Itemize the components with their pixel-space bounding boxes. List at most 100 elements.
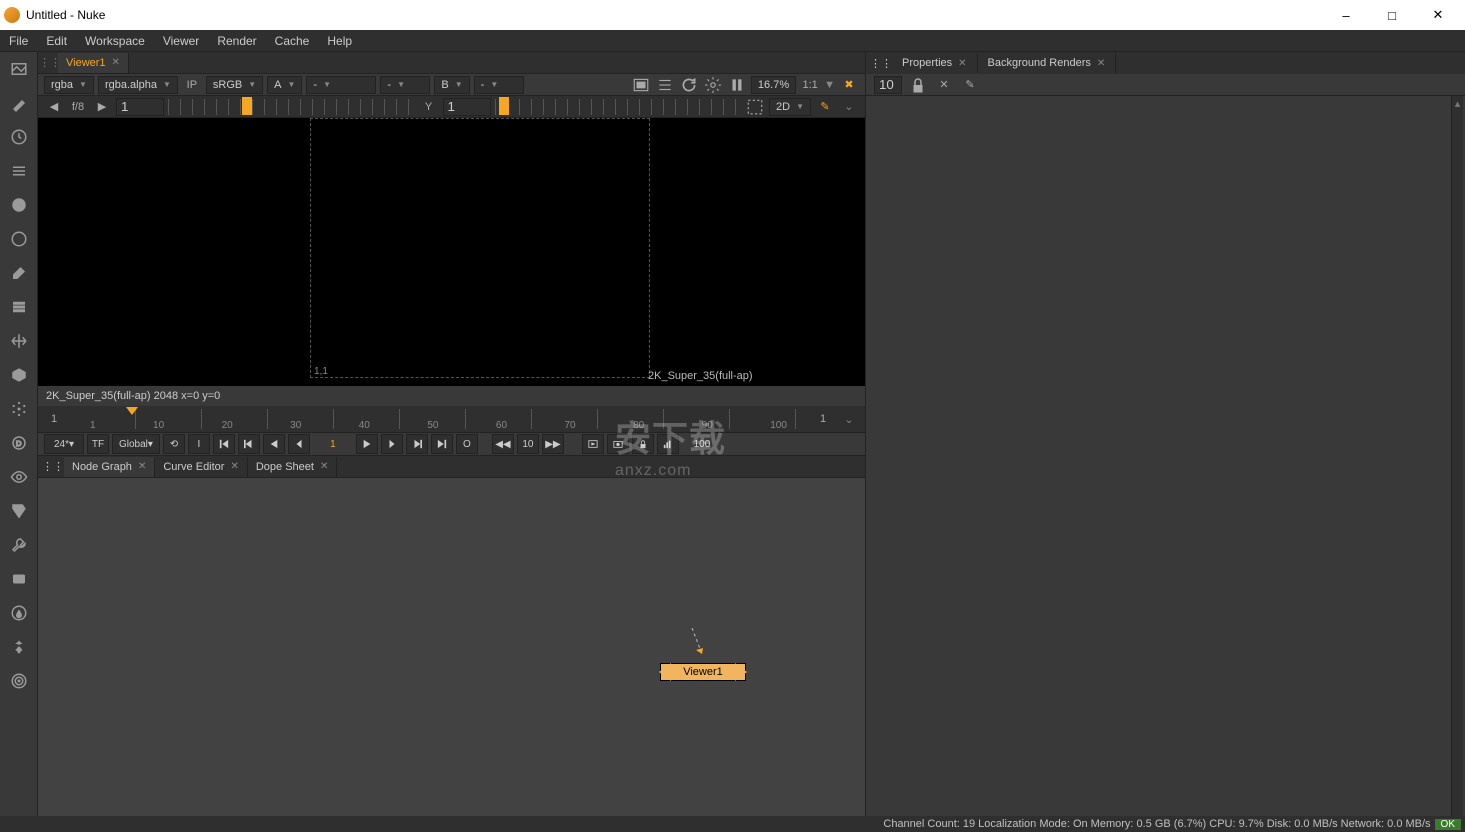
chevron-down-icon[interactable]: ⌄ [839,98,859,116]
other-tool-icon[interactable] [8,568,30,590]
prev-arrow-icon[interactable]: ◀ [44,98,64,116]
menu-edit[interactable]: Edit [37,30,76,52]
tab-curve-editor[interactable]: Curve Editor✕ [155,457,248,477]
first-frame-icon[interactable] [213,434,235,454]
zoom-select[interactable]: 16.7% [751,76,796,94]
range-select[interactable]: Global ▾ [112,434,160,454]
draw-tool-icon[interactable] [8,92,30,114]
panel-handle-icon[interactable]: ⋮⋮ [870,57,892,70]
play-back-icon[interactable] [263,434,285,454]
step-back-icon[interactable] [288,434,310,454]
node-graph[interactable]: Viewer1 [38,478,865,816]
max-panels-input[interactable] [874,76,902,94]
skip-fwd-icon[interactable]: ▶▶ [542,434,564,454]
cara-tool-icon[interactable] [8,636,30,658]
input-a-select[interactable]: A▼ [267,76,302,94]
ratio-button[interactable]: 1:1 [800,76,820,94]
views-tool-icon[interactable] [8,466,30,488]
menu-render[interactable]: Render [208,30,265,52]
menu-cache[interactable]: Cache [266,30,319,52]
viewer-canvas[interactable]: 1,1 2K_Super_35(full-ap) [38,118,865,386]
edit-icon[interactable]: ✎ [960,76,980,94]
in-button[interactable]: I [188,434,210,454]
close-icon[interactable]: ✕ [230,461,238,472]
particles-tool-icon[interactable] [8,398,30,420]
out-button[interactable]: O [456,434,478,454]
panel-handle-icon[interactable]: ⋮⋮ [42,460,64,473]
wipe-a-select[interactable]: -▼ [306,76,376,94]
furnace-tool-icon[interactable] [8,602,30,624]
skip-back-icon[interactable]: ◀◀ [492,434,514,454]
transform-tool-icon[interactable] [8,330,30,352]
3d-tool-icon[interactable] [8,364,30,386]
metadata-tool-icon[interactable] [8,500,30,522]
roi-icon[interactable] [745,98,765,116]
toolset-tool-icon[interactable] [8,534,30,556]
minimize-button[interactable]: – [1323,0,1369,30]
last-frame-icon[interactable] [431,434,453,454]
close-icon[interactable]: ✕ [138,461,146,472]
input-b-select[interactable]: B▼ [434,76,469,94]
tab-viewer1[interactable]: Viewer1 ✕ [58,53,129,73]
merge-tool-icon[interactable] [8,296,30,318]
mode-select[interactable]: 2D▼ [769,98,811,116]
gamma-input[interactable] [443,98,491,116]
tab-properties[interactable]: Properties✕ [892,53,978,73]
histogram-icon[interactable] [657,434,679,454]
gain-slider[interactable] [168,99,415,115]
alpha-select[interactable]: rgba.alpha▼ [98,76,178,94]
viewer-node[interactable]: Viewer1 [660,663,746,681]
frame-right[interactable]: 1 [813,410,833,428]
keyer-tool-icon[interactable] [8,262,30,284]
current-frame[interactable]: 1 [313,434,353,454]
refresh-icon[interactable] [679,76,699,94]
skip-count[interactable]: 10 [517,434,539,454]
menu-workspace[interactable]: Workspace [76,30,154,52]
tab-node-graph[interactable]: Node Graph✕ [64,457,155,477]
gear-icon[interactable] [703,76,723,94]
fstop-label[interactable]: f/8 [68,98,88,116]
tf-button[interactable]: TF [87,434,109,454]
wipe-select[interactable]: -▼ [380,76,430,94]
scrollbar[interactable]: ▴ [1451,96,1463,816]
next-arrow-icon[interactable]: ▶ [92,98,112,116]
sync-icon[interactable]: ⟲ [163,434,185,454]
clear-icon[interactable]: ✕ [934,76,954,94]
lock-icon[interactable] [632,434,654,454]
frame-left[interactable]: 1 [44,410,64,428]
ip-button[interactable]: IP [182,76,202,94]
menu-file[interactable]: File [0,30,37,52]
maximize-button[interactable]: □ [1369,0,1415,30]
all-plugins-tool-icon[interactable] [8,670,30,692]
menu-help[interactable]: Help [318,30,361,52]
playhead-icon[interactable] [126,407,138,421]
prev-key-icon[interactable] [238,434,260,454]
wipe-b-select[interactable]: -▼ [474,76,524,94]
next-key-icon[interactable] [406,434,428,454]
clip-icon[interactable] [631,76,651,94]
deep-tool-icon[interactable]: D [8,432,30,454]
close-icon[interactable]: ✕ [112,57,120,68]
lock-icon[interactable] [908,76,928,94]
close-button[interactable]: ✕ [1415,0,1461,30]
close-icon[interactable]: ✕ [1097,58,1105,69]
timeline-track[interactable]: 1102030405060708090100 [70,409,807,429]
panel-handle-icon[interactable]: ⋮⋮ [42,56,58,69]
close-icon[interactable]: ✕ [320,461,328,472]
flipbook-icon[interactable] [582,434,604,454]
node-input-arrow-icon[interactable] [688,628,708,667]
channel-tool-icon[interactable] [8,160,30,182]
color-tool-icon[interactable] [8,194,30,216]
gamma-slider[interactable] [495,99,742,115]
fit-icon[interactable]: ✖ [839,76,859,94]
pause-icon[interactable] [727,76,747,94]
channel-select[interactable]: rgba▼ [44,76,94,94]
fps-select[interactable]: 24* ▾ [44,434,84,454]
lut-select[interactable]: sRGB▼ [206,76,263,94]
tab-bg-renders[interactable]: Background Renders✕ [978,53,1117,73]
capture-icon[interactable] [607,434,629,454]
step-forward-icon[interactable] [381,434,403,454]
end-frame[interactable]: 100 [682,434,722,454]
image-tool-icon[interactable] [8,58,30,80]
gain-input[interactable] [116,98,164,116]
